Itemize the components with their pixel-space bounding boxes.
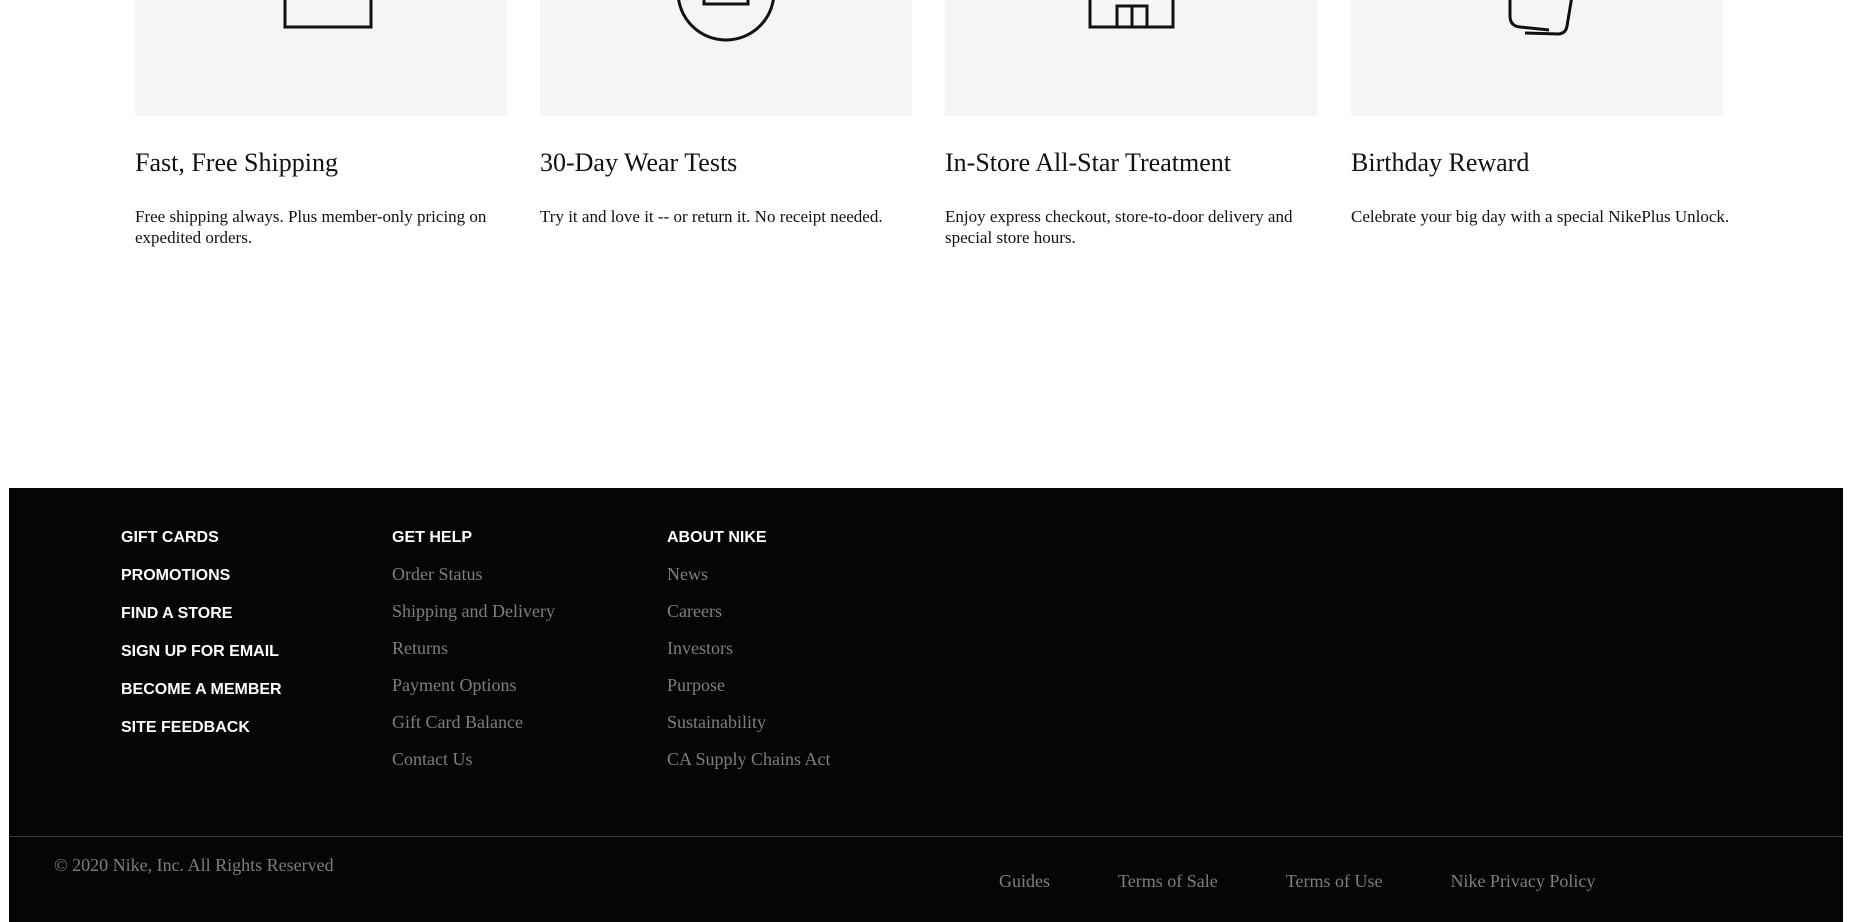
terms-of-use-link[interactable]: Terms of Use <box>1286 871 1383 892</box>
site-footer: GIFT CARDS PROMOTIONS FIND A STORE SIGN … <box>9 488 1843 922</box>
promotions-link[interactable]: PROMOTIONS <box>121 566 282 604</box>
about-nike-heading[interactable]: ABOUT NIKE <box>667 528 831 564</box>
legal-links: Guides Terms of Sale Terms of Use Nike P… <box>999 871 1659 892</box>
gift-card-balance-link[interactable]: Gift Card Balance <box>392 712 555 749</box>
purpose-link[interactable]: Purpose <box>667 675 831 712</box>
careers-link[interactable]: Careers <box>667 601 831 638</box>
payment-options-link[interactable]: Payment Options <box>392 675 555 712</box>
benefit-description: Enjoy express checkout, store-to-door de… <box>945 207 1293 247</box>
benefit-description: Free shipping always. Plus member-only p… <box>135 207 487 247</box>
store-icon <box>945 0 1317 116</box>
benefit-title: In-Store All-Star Treatment <box>945 148 1231 177</box>
order-status-link[interactable]: Order Status <box>392 564 555 601</box>
benefit-description: Celebrate your big day with a special Ni… <box>1351 207 1730 226</box>
gift-card-icon <box>1351 0 1723 116</box>
footer-main-links: GIFT CARDS PROMOTIONS FIND A STORE SIGN … <box>121 528 282 756</box>
benefit-title: Fast, Free Shipping <box>135 148 338 177</box>
benefit-card: 30-Day Wear Tests Try it and love it -- … <box>540 0 912 226</box>
benefit-title: 30-Day Wear Tests <box>540 148 738 177</box>
site-feedback-link[interactable]: SITE FEEDBACK <box>121 718 282 756</box>
find-a-store-link[interactable]: FIND A STORE <box>121 604 282 642</box>
footer-divider <box>9 836 1843 837</box>
sign-up-for-email-link[interactable]: SIGN UP FOR EMAIL <box>121 642 282 680</box>
benefit-title: Birthday Reward <box>1351 148 1530 177</box>
ca-supply-chains-act-link[interactable]: CA Supply Chains Act <box>667 749 831 786</box>
shipping-box-icon <box>135 0 507 116</box>
guides-link[interactable]: Guides <box>999 871 1050 892</box>
sustainability-link[interactable]: Sustainability <box>667 712 831 749</box>
news-link[interactable]: News <box>667 564 831 601</box>
gift-cards-link[interactable]: GIFT CARDS <box>121 528 282 566</box>
benefit-description: Try it and love it -- or return it. No r… <box>540 207 883 226</box>
get-help-heading[interactable]: GET HELP <box>392 528 555 564</box>
investors-link[interactable]: Investors <box>667 638 831 675</box>
become-a-member-link[interactable]: BECOME A MEMBER <box>121 680 282 718</box>
shipping-and-delivery-link[interactable]: Shipping and Delivery <box>392 601 555 638</box>
shoe-test-circle-icon <box>540 0 912 116</box>
copyright-text: © 2020 Nike, Inc. All Rights Reserved <box>54 855 334 875</box>
benefit-card: Birthday Reward Celebrate your big day w… <box>1351 0 1729 226</box>
returns-link[interactable]: Returns <box>392 638 555 675</box>
benefit-card: Fast, Free Shipping Free shipping always… <box>135 0 507 247</box>
footer-about-column: ABOUT NIKE News Careers Investors Purpos… <box>667 528 831 786</box>
privacy-policy-link[interactable]: Nike Privacy Policy <box>1450 871 1595 892</box>
benefit-card: In-Store All-Star Treatment Enjoy expres… <box>945 0 1317 247</box>
footer-get-help-column: GET HELP Order Status Shipping and Deliv… <box>392 528 555 786</box>
terms-of-sale-link[interactable]: Terms of Sale <box>1118 871 1218 892</box>
member-benefits-section: Fast, Free Shipping Free shipping always… <box>135 0 1729 300</box>
contact-us-link[interactable]: Contact Us <box>392 749 555 786</box>
